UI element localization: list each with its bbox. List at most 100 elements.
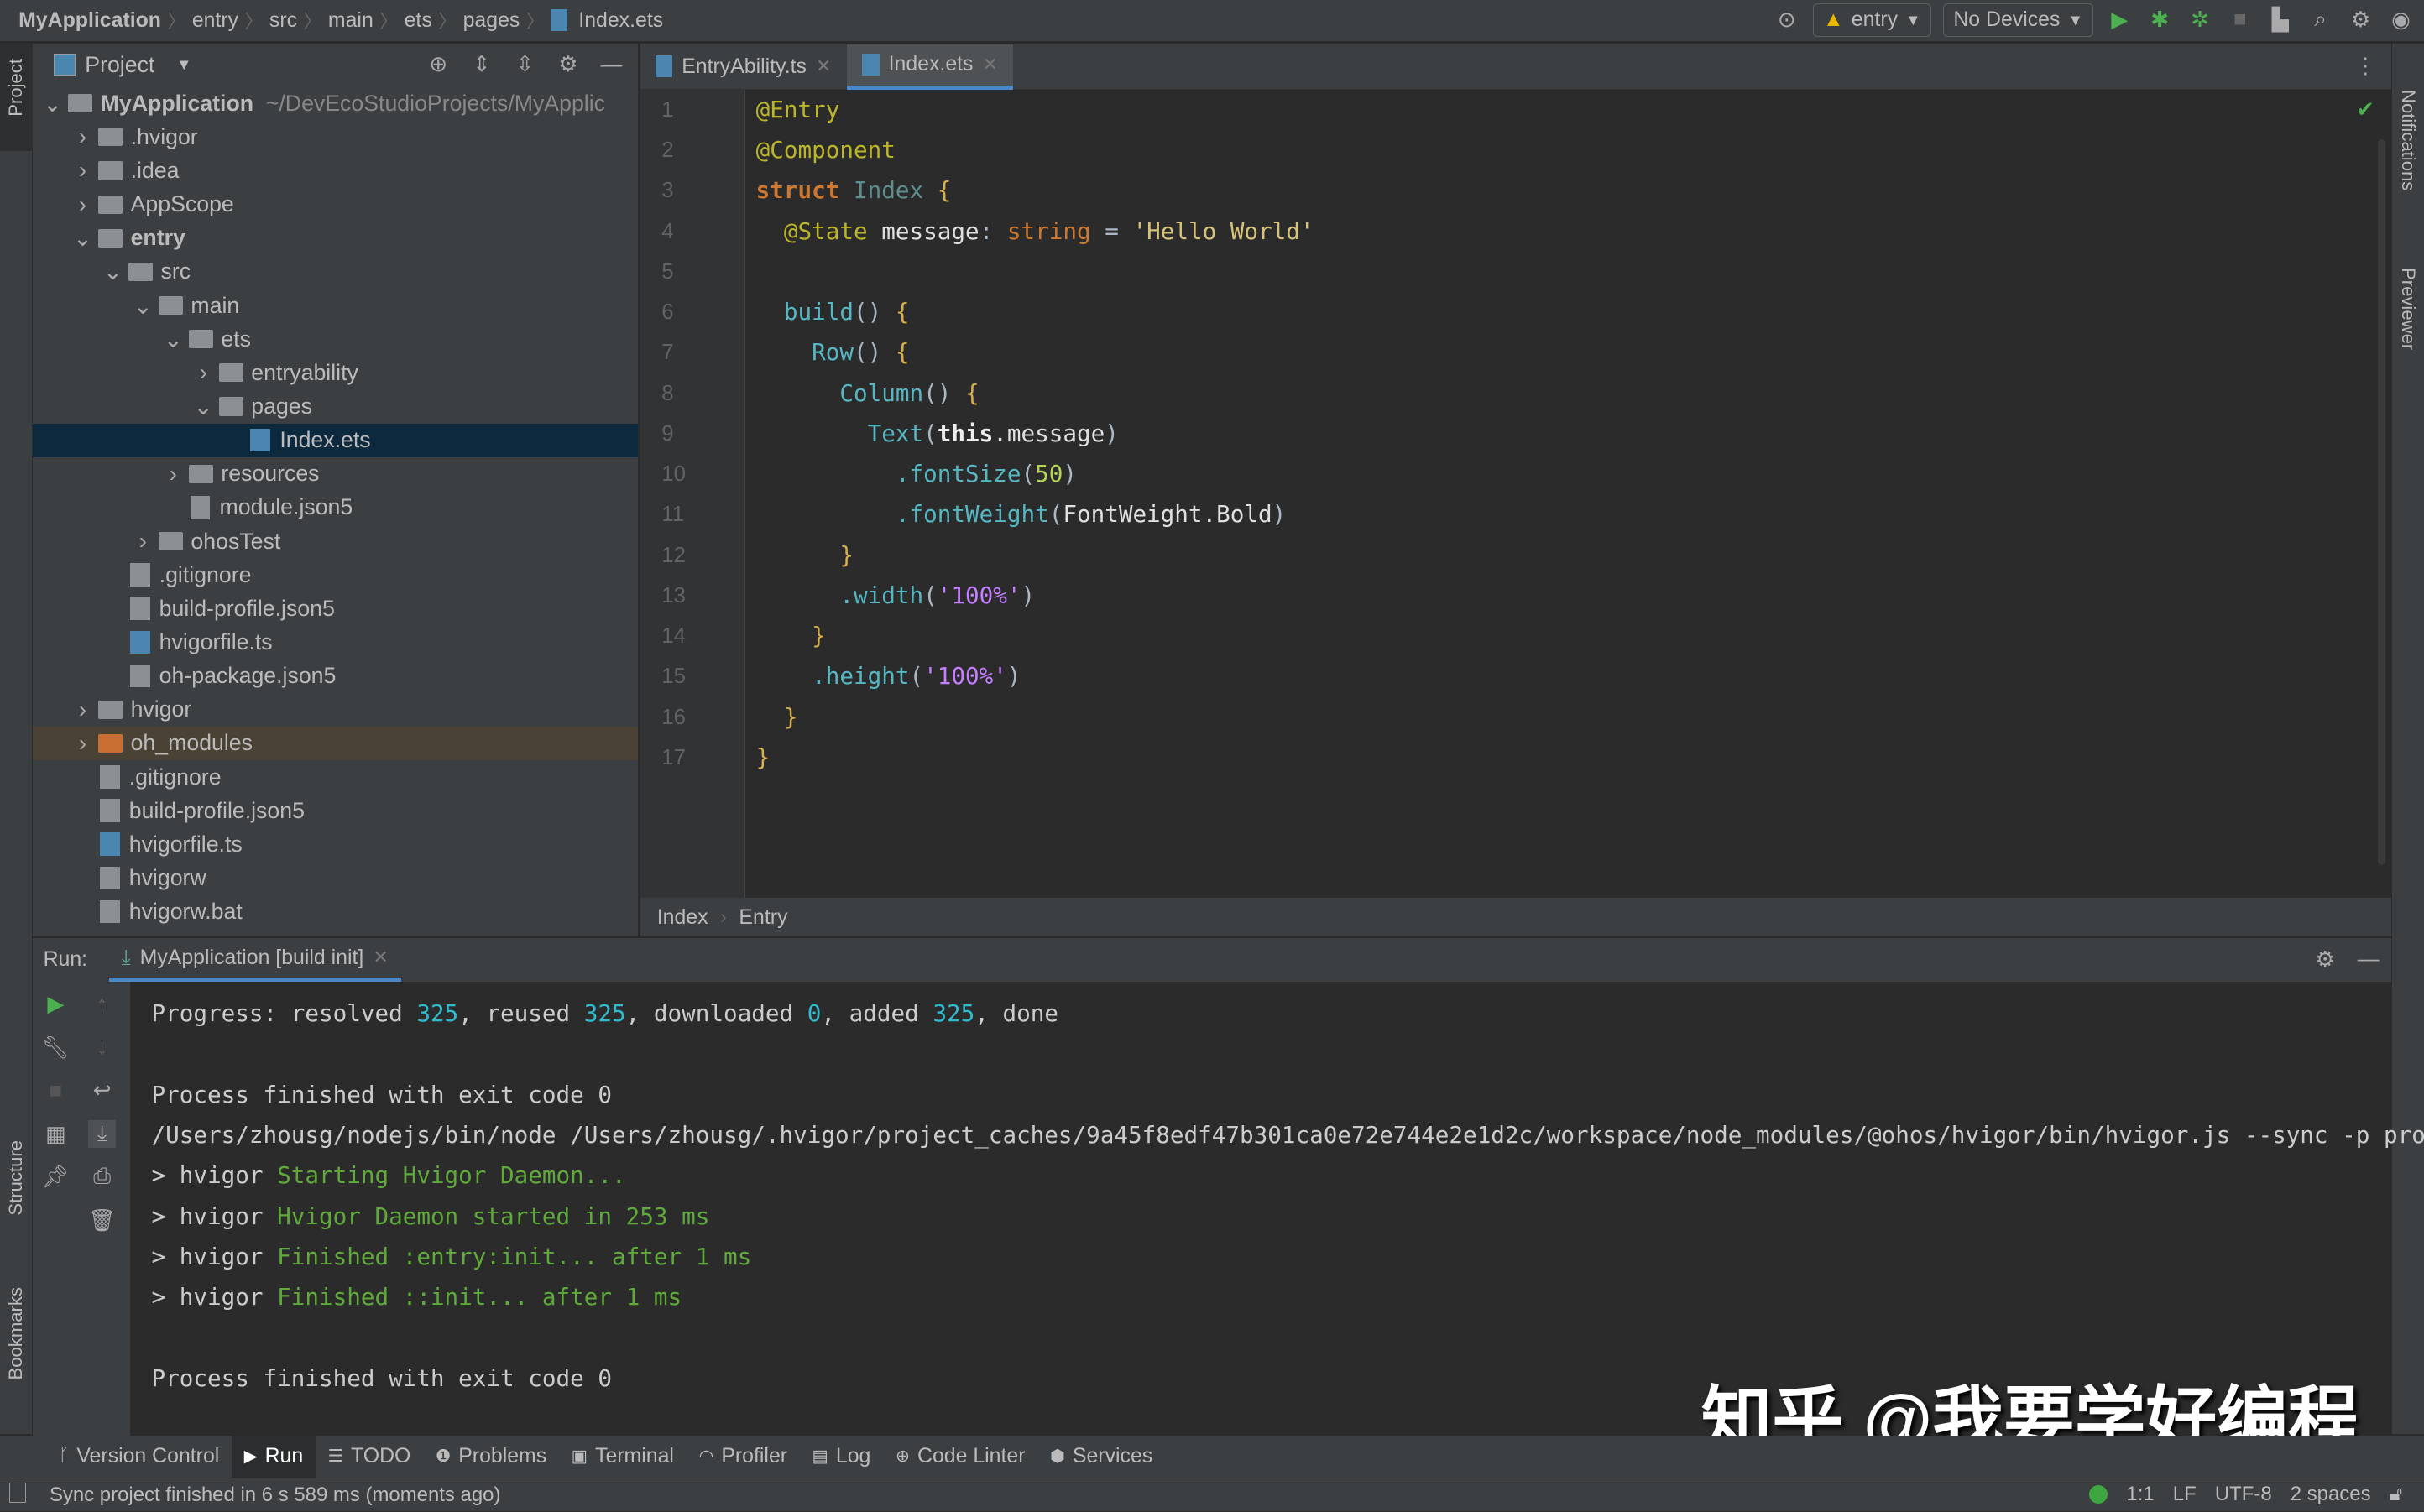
gear-icon[interactable]: ⚙ [2312, 946, 2339, 973]
tree-item[interactable]: hvigorfile.ts [33, 827, 638, 861]
tree-item[interactable]: ⌄ MyApplication ~/DevEcoStudioProjects/MyA… [33, 86, 638, 120]
code-line[interactable]: } [756, 535, 1314, 576]
close-icon[interactable]: ✕ [983, 54, 999, 76]
project-view-select[interactable]: Project [85, 52, 154, 78]
tree-item[interactable]: oh-package.json5 [33, 660, 638, 693]
chevron-right-icon[interactable]: › [72, 157, 94, 184]
tree-item[interactable]: › .hvigor [33, 120, 638, 154]
tool-window-log[interactable]: ▤ Log [800, 1436, 883, 1478]
chevron-right-icon[interactable]: › [72, 730, 94, 757]
bookmarks-tool-tab[interactable]: Bookmarks [5, 1287, 27, 1380]
chevron-down-icon[interactable]: ⌄ [192, 393, 214, 420]
tree-item[interactable]: .gitignore [33, 558, 638, 592]
more-icon[interactable]: ⋮ [2351, 53, 2379, 81]
tree-item[interactable]: ⌄ main [33, 289, 638, 322]
tree-item[interactable]: ⌄ src [33, 255, 638, 289]
expand-all-icon[interactable]: ⇕ [468, 51, 495, 79]
code-line[interactable]: } [756, 738, 1314, 778]
chevron-down-icon[interactable]: ⌄ [42, 90, 64, 117]
breadcrumb-item[interactable]: pages [457, 8, 525, 33]
code-line[interactable]: .width('100%') [756, 576, 1314, 616]
tree-item[interactable]: hvigorfile.ts [33, 625, 638, 659]
code-line[interactable]: Text(this.message) [756, 414, 1314, 454]
chevron-right-icon[interactable]: › [72, 696, 94, 723]
stop-icon[interactable]: ■ [42, 1077, 70, 1105]
crumb-index[interactable]: Index [657, 905, 708, 930]
tool-window-profiler[interactable]: ◠ Profiler [687, 1436, 800, 1478]
tool-window-run[interactable]: ▶ Run [232, 1436, 316, 1478]
file-encoding[interactable]: UTF-8 [2215, 1483, 2272, 1506]
structure-tool-tab[interactable]: Structure [5, 1140, 27, 1216]
device-select[interactable]: No Devices ▼ [1943, 3, 2093, 38]
tree-item[interactable]: › entryability [33, 356, 638, 389]
tree-item[interactable]: build-profile.json5 [33, 794, 638, 827]
tree-item[interactable]: .gitignore [33, 760, 638, 794]
chevron-down-icon[interactable]: ⌄ [102, 258, 124, 285]
tool-window-version-control[interactable]: ᚴ Version Control [46, 1436, 232, 1478]
tree-item[interactable]: ⌄ pages [33, 389, 638, 423]
hide-icon[interactable]: — [2354, 946, 2382, 973]
run-tab[interactable]: ⤓ MyApplication [build init] ✕ [108, 938, 401, 982]
tool-window-services[interactable]: ⬢ Services [1037, 1436, 1165, 1478]
code-line[interactable]: struct Index { [756, 170, 1314, 211]
breadcrumb-item[interactable]: ets [398, 8, 438, 33]
chevron-right-icon[interactable]: › [72, 123, 94, 150]
tree-item[interactable]: ⌄ entry [33, 222, 638, 255]
chevron-right-icon[interactable]: › [162, 461, 184, 487]
editor-scrollbar[interactable] [2377, 138, 2385, 866]
tree-item[interactable]: build-profile.json5 [33, 592, 638, 625]
breadcrumb-item[interactable]: src [264, 8, 304, 33]
run-config-select[interactable]: ▲ entry ▼ [1812, 3, 1931, 38]
breadcrumb-item[interactable]: main [322, 8, 380, 33]
console-output[interactable]: Progress: resolved 325, reused 325, down… [151, 993, 2424, 1399]
collapse-all-icon[interactable]: ⇳ [511, 51, 539, 79]
tree-item[interactable]: hvigorw [33, 861, 638, 894]
pin-icon[interactable]: 📌︎ [42, 1164, 70, 1191]
account-icon[interactable]: ◉ [2387, 6, 2415, 34]
code-line[interactable]: @Entry [756, 90, 1314, 130]
tree-item[interactable]: › .idea [33, 154, 638, 187]
close-icon[interactable]: ✕ [816, 55, 832, 77]
code-line[interactable]: .fontSize(50) [756, 454, 1314, 494]
editor-tab[interactable]: Index.ets ✕ [846, 43, 1014, 90]
code-line[interactable]: @State message: string = 'Hello World' [756, 211, 1314, 252]
tree-item[interactable]: › resources [33, 457, 638, 491]
tree-item[interactable]: › ohosTest [33, 524, 638, 558]
print-icon[interactable]: ⎙ [88, 1164, 116, 1191]
code-line[interactable]: .height('100%') [756, 656, 1314, 696]
caret-position[interactable]: 1:1 [2126, 1483, 2154, 1506]
stop-icon[interactable]: ■ [2226, 6, 2254, 34]
chevron-right-icon[interactable]: › [132, 528, 154, 555]
up-icon[interactable]: ↑ [88, 991, 116, 1019]
chevron-down-icon[interactable]: ⌄ [162, 326, 184, 353]
tool-window-problems[interactable]: ❶ Problems [423, 1436, 559, 1478]
code-line[interactable] [756, 252, 1314, 292]
breadcrumb-item[interactable]: Index.ets [572, 8, 670, 33]
previewer-tool-tab[interactable]: Previewer [2397, 268, 2419, 350]
tool-window-code-linter[interactable]: ⊕ Code Linter [883, 1436, 1037, 1478]
code-line[interactable]: @Component [756, 130, 1314, 170]
gear-icon[interactable]: ⚙ [554, 51, 582, 79]
wrench-icon[interactable]: 🔧︎ [42, 1034, 70, 1061]
chevron-down-icon[interactable]: ⌄ [72, 224, 94, 252]
tree-item[interactable]: › AppScope [33, 188, 638, 222]
tree-item[interactable]: › oh_modules [32, 726, 638, 760]
attach-debugger-icon[interactable]: ✲ [2186, 6, 2213, 34]
indent-setting[interactable]: 2 spaces [2291, 1483, 2371, 1506]
breadcrumb-item[interactable]: entry [185, 8, 244, 33]
code-area[interactable]: @Entry @Component struct Index { @State me… [756, 90, 1314, 778]
scroll-to-end-icon[interactable]: ⤓ [87, 1120, 117, 1149]
layout-icon[interactable]: ▦ [42, 1120, 70, 1148]
lock-icon[interactable]: 🔓︎ [2390, 1483, 2403, 1506]
tree-item[interactable]: › hvigor [33, 693, 638, 727]
trash-icon[interactable]: 🗑︎ [88, 1207, 116, 1234]
chevron-right-icon[interactable]: › [72, 191, 94, 218]
target-icon[interactable]: ⊙ [1773, 6, 1800, 34]
notifications-tool-tab[interactable]: Notifications [2397, 90, 2419, 190]
rerun-icon[interactable]: ▶ [42, 991, 70, 1019]
locate-icon[interactable]: ⊕ [425, 51, 452, 79]
debug-icon[interactable]: ✱ [2146, 6, 2174, 34]
editor-tab[interactable]: EntryAbility.ts ✕ [640, 44, 847, 90]
code-line[interactable]: } [756, 616, 1314, 656]
down-icon[interactable]: ↓ [88, 1034, 116, 1061]
